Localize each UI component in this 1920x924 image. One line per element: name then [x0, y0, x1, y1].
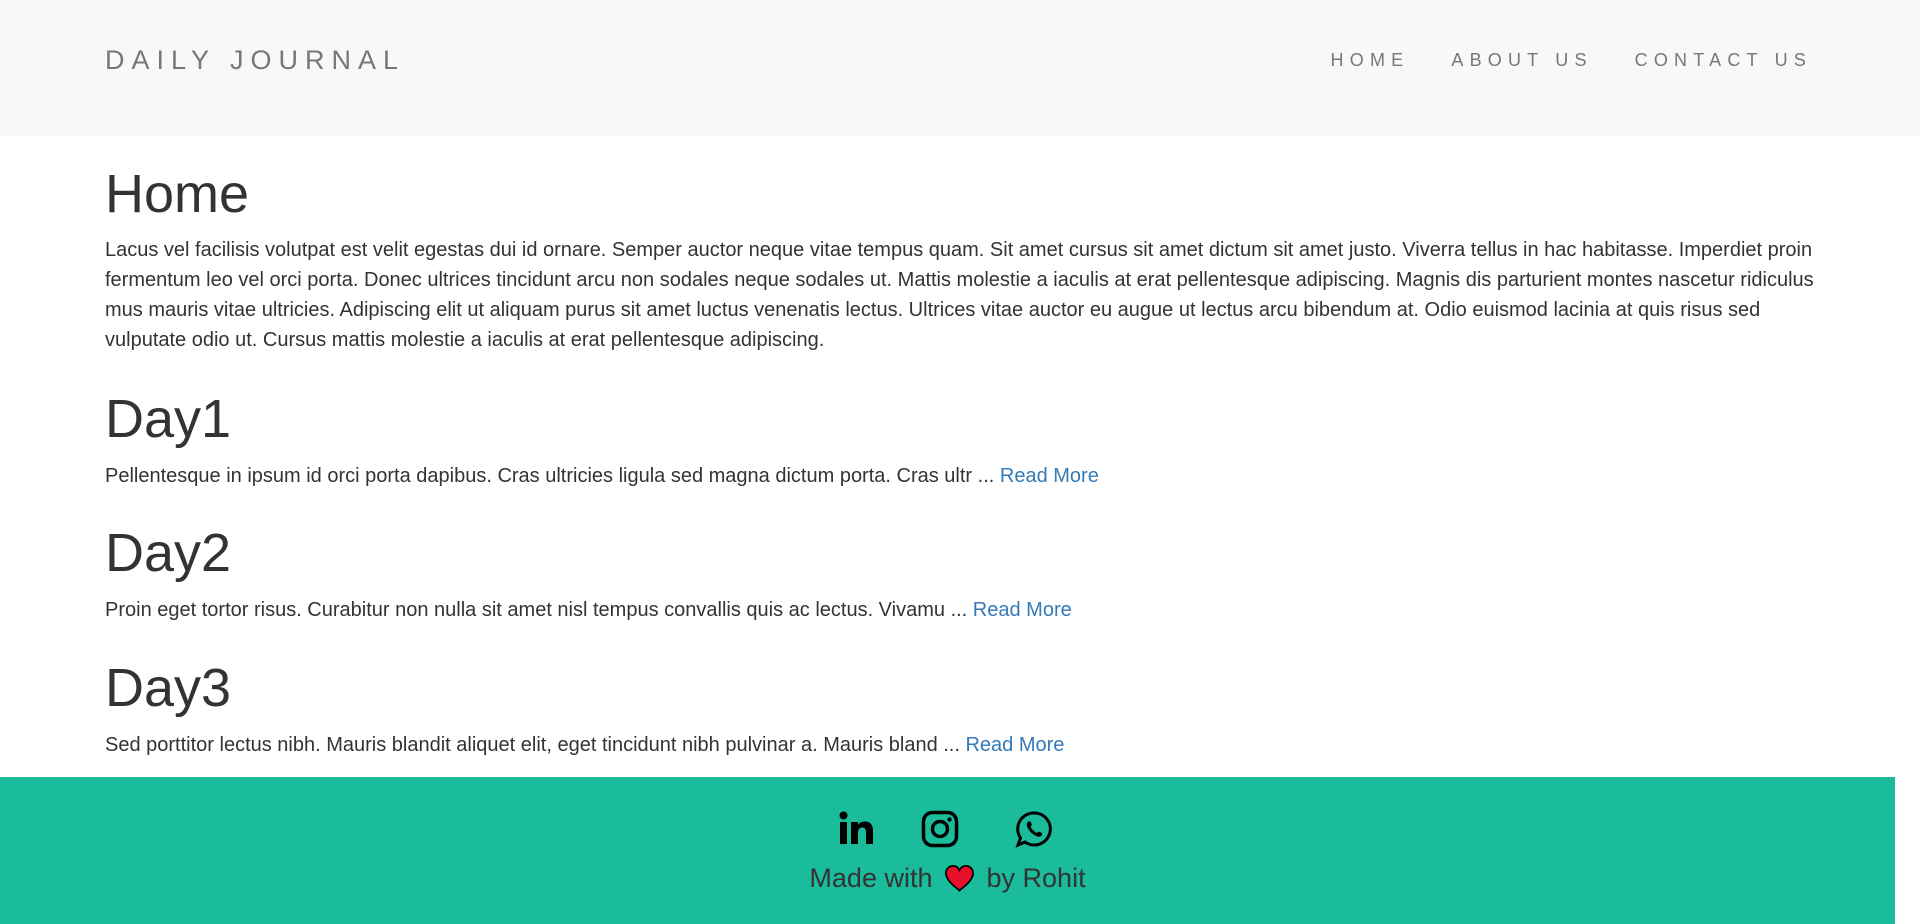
- footer: Made with by Rohit: [0, 777, 1895, 924]
- heart-icon: [945, 865, 974, 892]
- main-content: Home Lacus vel facilisis volutpat est ve…: [105, 136, 1815, 756]
- made-with-text: Made with by Rohit: [0, 862, 1895, 894]
- post-title: Day1: [105, 389, 232, 449]
- post-excerpt-text: Proin eget tortor risus. Curabitur non n…: [105, 599, 973, 621]
- page-title: Home: [105, 164, 250, 224]
- intro-paragraph: Lacus vel facilisis volutpat est velit e…: [105, 239, 1814, 351]
- post-excerpt-text: Pellentesque in ipsum id orci porta dapi…: [105, 465, 1000, 487]
- nav-link-about-us[interactable]: ABOUT US: [1451, 50, 1592, 70]
- nav-item-contact: CONTACT US: [1635, 50, 1812, 71]
- social-links: [837, 809, 1054, 849]
- nav-link-contact-us[interactable]: CONTACT US: [1635, 50, 1812, 70]
- linkedin-icon: [839, 811, 873, 844]
- post-excerpt: Proin eget tortor risus. Curabitur non n…: [105, 596, 1072, 624]
- whatsapp-link[interactable]: [1014, 809, 1054, 849]
- read-more-link[interactable]: Read More: [973, 599, 1072, 621]
- post-excerpt: Pellentesque in ipsum id orci porta dapi…: [105, 462, 1099, 490]
- nav-item-about: ABOUT US: [1451, 50, 1592, 71]
- navbar: DAILY JOURNAL HOME ABOUT US CONTACT US: [0, 0, 1920, 136]
- post-item: Day3 Sed porttitor lectus nibh. Mauris b…: [105, 657, 1064, 759]
- made-suffix: by Rohit: [986, 863, 1086, 893]
- post-excerpt-text: Sed porttitor lectus nibh. Mauris blandi…: [105, 734, 966, 756]
- post-item: Day1 Pellentesque in ipsum id orci porta…: [105, 388, 1099, 490]
- read-more-link[interactable]: Read More: [1000, 465, 1099, 487]
- post-item: Day2 Proin eget tortor risus. Curabitur …: [105, 522, 1072, 624]
- read-more-link[interactable]: Read More: [965, 734, 1064, 756]
- nav-item-home: HOME: [1331, 50, 1410, 71]
- nav-menu: HOME ABOUT US CONTACT US: [1331, 50, 1812, 71]
- post-title: Day2: [105, 523, 232, 583]
- linkedin-link[interactable]: [837, 809, 877, 849]
- brand-link[interactable]: DAILY JOURNAL: [105, 44, 405, 76]
- nav-link-home[interactable]: HOME: [1331, 50, 1410, 70]
- post-title: Day3: [105, 658, 232, 718]
- post-excerpt: Sed porttitor lectus nibh. Mauris blandi…: [105, 731, 1064, 759]
- instagram-link[interactable]: [920, 809, 960, 849]
- whatsapp-icon: [1015, 811, 1052, 848]
- made-prefix: Made with: [809, 863, 933, 893]
- instagram-icon: [921, 810, 959, 848]
